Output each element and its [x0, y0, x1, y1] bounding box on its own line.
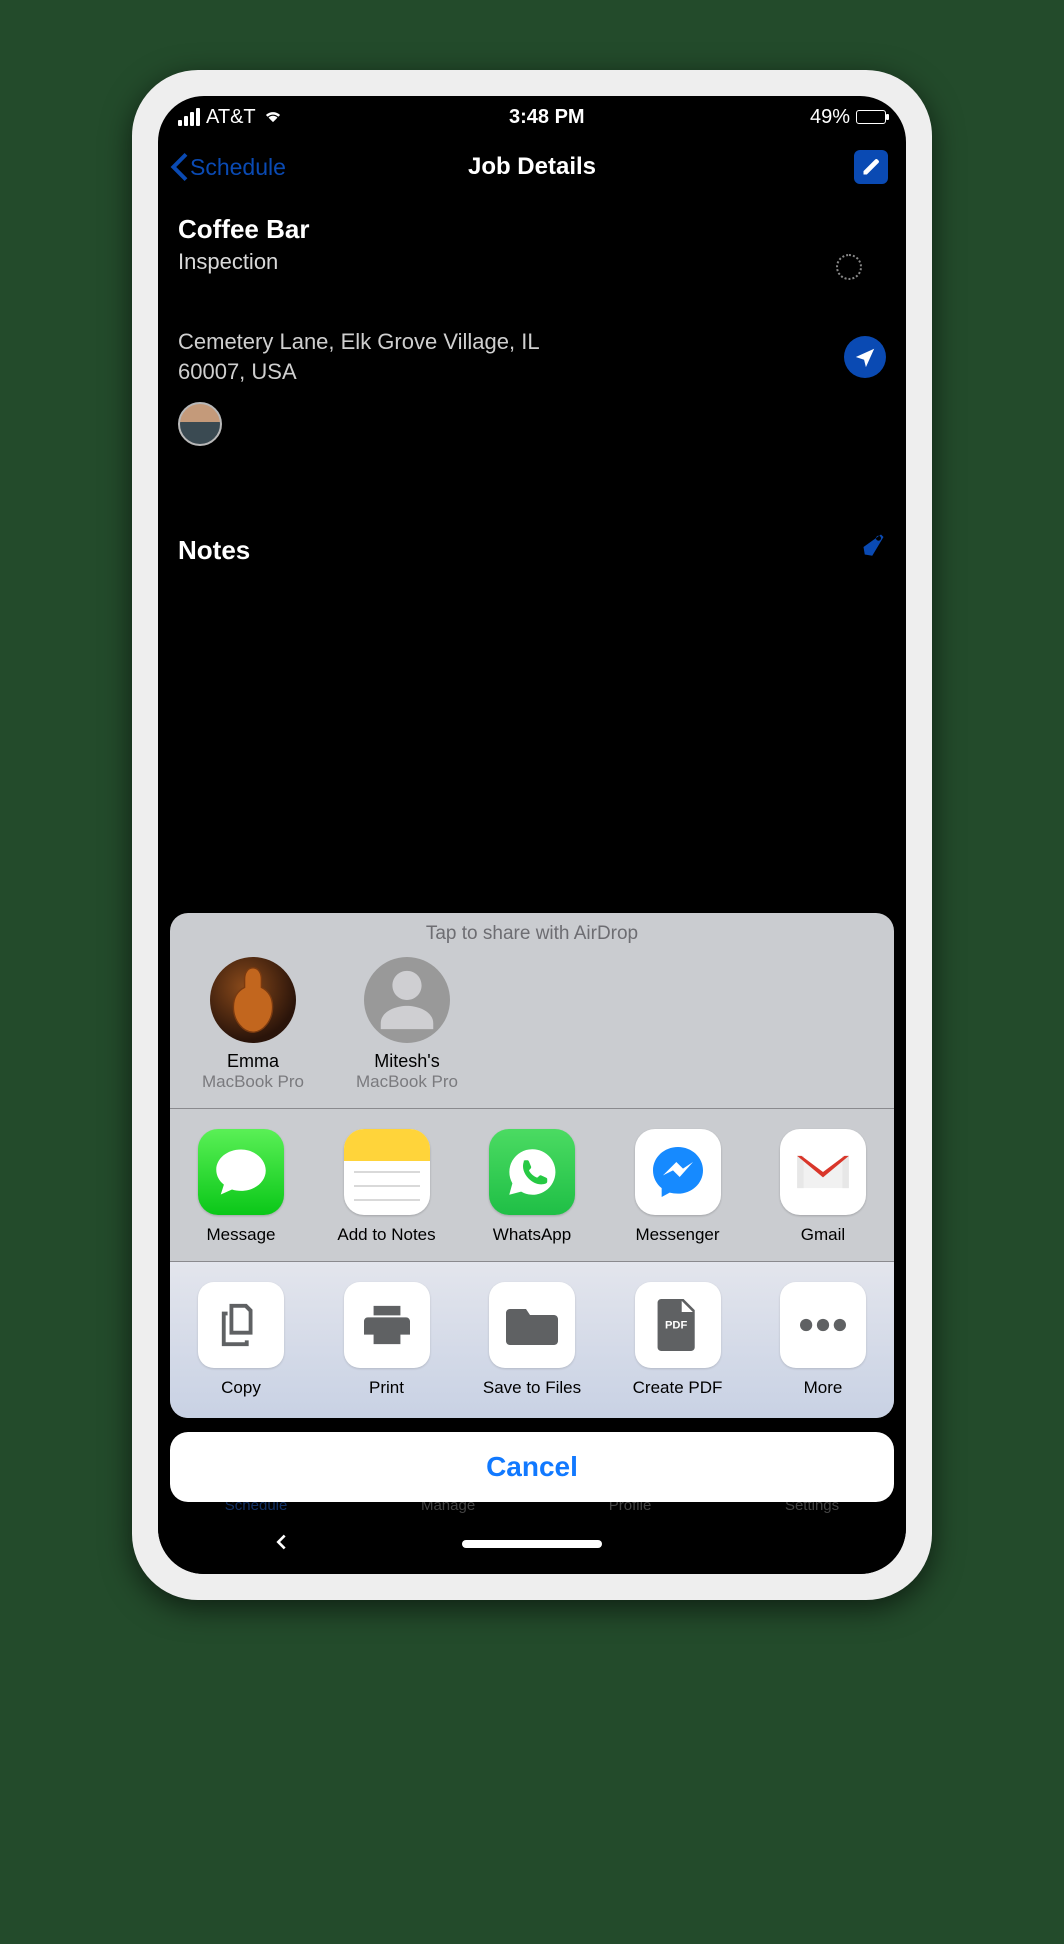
pdf-icon: PDF: [635, 1282, 721, 1368]
folder-icon: [489, 1282, 575, 1368]
navigate-button[interactable]: [844, 336, 886, 378]
phone-device-frame: AT&T 3:48 PM 49% Schedule Job Details: [132, 70, 932, 1600]
share-apps-row: Message Add to Notes WhatsApp: [170, 1109, 894, 1261]
page-title: Job Details: [468, 153, 596, 181]
address-line1: Cemetery Lane, Elk Grove Village, IL: [178, 329, 540, 354]
address-line2: 60007, USA: [178, 359, 297, 384]
whatsapp-icon: [489, 1129, 575, 1215]
share-app-messenger[interactable]: Messenger: [613, 1129, 743, 1245]
share-app-notes[interactable]: Add to Notes: [322, 1129, 452, 1245]
app-label: Add to Notes: [322, 1225, 452, 1245]
tag-icon[interactable]: [856, 532, 886, 569]
notes-icon: [344, 1129, 430, 1215]
navbar: Schedule Job Details: [158, 138, 906, 196]
share-app-message[interactable]: Message: [176, 1129, 306, 1245]
share-app-whatsapp[interactable]: WhatsApp: [467, 1129, 597, 1245]
print-icon: [344, 1282, 430, 1368]
android-home-pill[interactable]: [462, 1540, 602, 1548]
loading-spinner-icon: [836, 254, 862, 280]
airdrop-avatar-icon: [364, 957, 450, 1043]
action-copy[interactable]: Copy: [176, 1282, 306, 1398]
chevron-left-icon: [270, 1531, 292, 1553]
notes-label: Notes: [178, 535, 250, 566]
share-actions-row: Copy Print Save to Files: [170, 1262, 894, 1418]
edit-button[interactable]: [854, 150, 888, 184]
airdrop-target[interactable]: Emma MacBook Pro: [188, 957, 318, 1092]
airdrop-row: Emma MacBook Pro Mitesh's MacBook Pro: [170, 953, 894, 1108]
action-more[interactable]: More: [758, 1282, 888, 1398]
cancel-button[interactable]: Cancel: [170, 1432, 894, 1502]
navigation-arrow-icon: [854, 346, 876, 368]
svg-text:PDF: PDF: [665, 1320, 687, 1332]
assignee-avatar[interactable]: [178, 402, 222, 446]
action-label: Save to Files: [467, 1378, 597, 1398]
action-label: Create PDF: [613, 1378, 743, 1398]
chevron-left-icon: [170, 153, 188, 181]
android-nav-bar: [158, 1514, 906, 1574]
more-icon: [780, 1282, 866, 1368]
app-label: Messenger: [613, 1225, 743, 1245]
airdrop-avatar-icon: [210, 957, 296, 1043]
screen: AT&T 3:48 PM 49% Schedule Job Details: [158, 96, 906, 1574]
job-details-content: Coffee Bar Inspection Cemetery Lane, Elk…: [158, 196, 906, 569]
pencil-square-icon: [861, 157, 881, 177]
airdrop-header: Tap to share with AirDrop: [170, 913, 894, 953]
copy-icon: [198, 1282, 284, 1368]
action-create-pdf[interactable]: PDF Create PDF: [613, 1282, 743, 1398]
job-title: Coffee Bar: [178, 214, 886, 245]
airdrop-device: MacBook Pro: [188, 1072, 318, 1092]
android-back-button[interactable]: [270, 1531, 292, 1558]
action-print[interactable]: Print: [322, 1282, 452, 1398]
airdrop-name: Emma: [188, 1051, 318, 1072]
notes-section-header: Notes: [178, 532, 886, 569]
battery-pct: 49%: [810, 106, 850, 129]
back-button[interactable]: Schedule: [170, 138, 286, 196]
airdrop-device: MacBook Pro: [342, 1072, 472, 1092]
app-label: Message: [176, 1225, 306, 1245]
messenger-icon: [635, 1129, 721, 1215]
airdrop-name: Mitesh's: [342, 1051, 472, 1072]
cell-signal-icon: [178, 108, 200, 126]
app-label: Gmail: [758, 1225, 888, 1245]
job-type: Inspection: [178, 249, 886, 275]
action-label: More: [758, 1378, 888, 1398]
message-icon: [198, 1129, 284, 1215]
share-app-gmail[interactable]: Gmail: [758, 1129, 888, 1245]
back-label: Schedule: [190, 154, 286, 181]
carrier-label: AT&T: [206, 106, 256, 129]
app-label: WhatsApp: [467, 1225, 597, 1245]
action-save-to-files[interactable]: Save to Files: [467, 1282, 597, 1398]
job-address[interactable]: Cemetery Lane, Elk Grove Village, IL 600…: [178, 327, 540, 386]
airdrop-target[interactable]: Mitesh's MacBook Pro: [342, 957, 472, 1092]
action-label: Print: [322, 1378, 452, 1398]
gmail-icon: [780, 1129, 866, 1215]
status-bar: AT&T 3:48 PM 49%: [158, 96, 906, 138]
clock: 3:48 PM: [509, 106, 585, 129]
action-label: Copy: [176, 1378, 306, 1398]
cancel-label: Cancel: [486, 1451, 578, 1483]
wifi-icon: [262, 106, 284, 129]
share-sheet: Tap to share with AirDrop Emma MacBook P…: [158, 913, 906, 1514]
battery-icon: [856, 110, 886, 124]
